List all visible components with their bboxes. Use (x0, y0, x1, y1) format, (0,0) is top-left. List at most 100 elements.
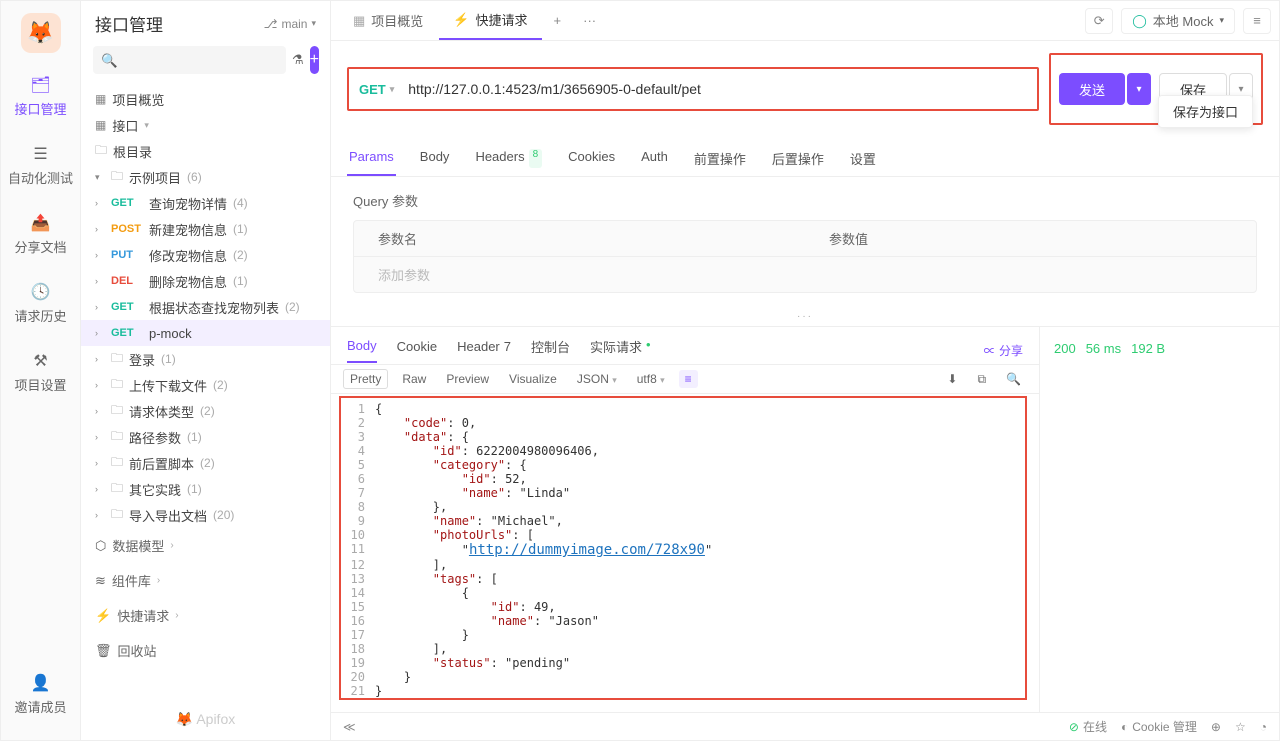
encoding-utf8[interactable]: utf8 ▾ (631, 370, 671, 388)
nav-automation[interactable]: ☰ 自动化测试 (4, 140, 77, 191)
format-json[interactable]: JSON ▾ (571, 370, 623, 388)
code-line: } (375, 670, 411, 684)
response-body[interactable]: 1{2 "code": 0,3 "data": {4 "id": 6222004… (339, 396, 1027, 700)
notification-icon[interactable]: ◔ (1260, 720, 1267, 734)
tree-overview[interactable]: ▦ 项目概览 (81, 86, 330, 112)
tab-quick-request[interactable]: ⚡ 快捷请求 (439, 1, 541, 40)
cookie-manager[interactable]: ◐ Cookie 管理 (1121, 718, 1197, 735)
branch-selector[interactable]: ⎇ main ▾ (264, 17, 316, 31)
resp-tab-header[interactable]: Header 7 (457, 339, 511, 362)
view-visualize[interactable]: Visualize (503, 370, 563, 388)
nav-history[interactable]: 🕓 请求历史 (10, 278, 70, 329)
subtab-auth[interactable]: Auth (639, 141, 670, 176)
tree-endpoint[interactable]: › GET 查询宠物详情 (4) (81, 190, 330, 216)
nav-share[interactable]: 📤 分享文档 (10, 209, 70, 260)
section-name: 组件库 (112, 571, 151, 590)
refresh-button[interactable]: ⟳ (1085, 8, 1113, 34)
share-button[interactable]: ∝ 分享 (984, 342, 1023, 359)
tree-section[interactable]: ⬡ 数据模型 › (81, 528, 330, 563)
subtab-post[interactable]: 后置操作 (770, 141, 826, 176)
tree-root-folder[interactable]: 🗀 根目录 (81, 138, 330, 164)
tree-endpoint[interactable]: › POST 新建宠物信息 (1) (81, 216, 330, 242)
tree-endpoint[interactable]: › GET 根据状态查找宠物列表 (2) (81, 294, 330, 320)
automation-icon: ☰ (30, 144, 50, 164)
bookmark-icon[interactable]: ☆ (1235, 720, 1246, 734)
endpoint-name: 查询宠物详情 (149, 194, 227, 213)
collapse-button[interactable]: ≪ (343, 720, 356, 734)
resp-tab-console[interactable]: 控制台 (531, 337, 570, 364)
folder-count: (2) (200, 404, 215, 418)
add-param-row[interactable]: 添加参数 (354, 257, 1256, 292)
env-status-icon: ◯ (1132, 13, 1147, 29)
resp-tab-actual[interactable]: 实际请求 • (590, 337, 651, 364)
env-selector[interactable]: ◯ 本地 Mock ▾ (1121, 8, 1235, 34)
endpoint-name: p-mock (149, 326, 192, 341)
chevron-right-icon: › (95, 458, 105, 468)
tab-overview[interactable]: ▦ 项目概览 (339, 1, 437, 40)
folder-icon: 🗀 (111, 167, 123, 188)
tree-section[interactable]: ⚡ 快捷请求 › (81, 598, 330, 633)
endpoint-name: 修改宠物信息 (149, 246, 227, 265)
subtab-headers[interactable]: Headers 8 (473, 141, 544, 176)
tree-folder[interactable]: › 🗀 路径参数 (1) (81, 424, 330, 450)
line-number: 13 (345, 572, 375, 586)
add-icon[interactable]: ⊕ (1211, 720, 1221, 734)
tree-api-root[interactable]: ▦ 接口 ▾ (81, 112, 330, 138)
endpoint-name: 删除宠物信息 (149, 272, 227, 291)
download-icon[interactable]: ⬇ (941, 370, 963, 388)
wrap-toggle[interactable]: ≡ (679, 370, 698, 388)
code-line: "photoUrls": [ (375, 528, 534, 542)
nav-api-management[interactable]: 🗂 接口管理 (10, 71, 70, 122)
tree-section[interactable]: ≋ 组件库 › (81, 563, 330, 598)
resp-tab-body[interactable]: Body (347, 338, 377, 363)
view-raw[interactable]: Raw (396, 370, 432, 388)
resp-tab-cookie[interactable]: Cookie (397, 339, 437, 362)
dot-indicator: • (646, 337, 651, 356)
tree-example-project[interactable]: ▾ 🗀 示例项目 (6) (81, 164, 330, 190)
folder-name: 导入导出文档 (129, 506, 207, 525)
method-selector[interactable]: GET ▾ (359, 82, 394, 97)
subtab-params[interactable]: Params (347, 141, 396, 176)
nav-invite[interactable]: 👤 邀请成员 (10, 669, 70, 720)
response-time: 56 ms (1086, 341, 1121, 698)
line-number: 9 (345, 514, 375, 528)
subtab-settings[interactable]: 设置 (848, 141, 878, 176)
pane-divider[interactable]: ··· (331, 307, 1279, 326)
chevron-right-icon: › (95, 354, 105, 364)
tree-section[interactable]: 🗑 回收站 (81, 633, 330, 668)
tree-folder[interactable]: › 🗀 请求体类型 (2) (81, 398, 330, 424)
tree-folder[interactable]: › 🗀 其它实践 (1) (81, 476, 330, 502)
tree-folder[interactable]: › 🗀 前后置脚本 (2) (81, 450, 330, 476)
request-url-box: GET ▾ http://127.0.0.1:4523/m1/3656905-0… (347, 67, 1039, 111)
section-name: 快捷请求 (117, 606, 169, 625)
tree-folder[interactable]: › 🗀 登录 (1) (81, 346, 330, 372)
save-as-popup[interactable]: 保存为接口 (1158, 95, 1253, 128)
nav-settings[interactable]: ⚒ 项目设置 (10, 347, 70, 398)
subtab-body[interactable]: Body (418, 141, 452, 176)
filter-icon[interactable]: ⚗ (292, 47, 304, 73)
online-status[interactable]: ⊘ 在线 (1069, 718, 1107, 735)
method-badge: DEL (111, 275, 143, 287)
url-input[interactable]: http://127.0.0.1:4523/m1/3656905-0-defau… (408, 81, 1027, 97)
search-icon[interactable]: 🔍 (1000, 370, 1027, 388)
search-input[interactable] (93, 46, 286, 74)
view-pretty[interactable]: Pretty (343, 369, 388, 389)
tab-more[interactable]: ··· (573, 13, 606, 28)
menu-button[interactable]: ≡ (1243, 8, 1271, 34)
view-preview[interactable]: Preview (440, 370, 495, 388)
send-button[interactable]: 发送 (1059, 73, 1125, 105)
endpoint-count: (4) (233, 196, 248, 210)
add-button[interactable]: + (310, 46, 319, 74)
tab-add[interactable]: + (544, 13, 572, 28)
send-dropdown[interactable]: ▾ (1127, 73, 1151, 105)
copy-icon[interactable]: ⧉ (971, 370, 992, 389)
folder-icon: 🗀 (111, 375, 123, 396)
subtab-cookies[interactable]: Cookies (566, 141, 617, 176)
tree-endpoint[interactable]: › GET p-mock (81, 320, 330, 346)
subtab-pre[interactable]: 前置操作 (692, 141, 748, 176)
tree-folder[interactable]: › 🗀 上传下载文件 (2) (81, 372, 330, 398)
tree-endpoint[interactable]: › DEL 删除宠物信息 (1) (81, 268, 330, 294)
tree-folder[interactable]: › 🗀 导入导出文档 (20) (81, 502, 330, 528)
cookie-icon: ◐ (1121, 720, 1128, 734)
tree-endpoint[interactable]: › PUT 修改宠物信息 (2) (81, 242, 330, 268)
